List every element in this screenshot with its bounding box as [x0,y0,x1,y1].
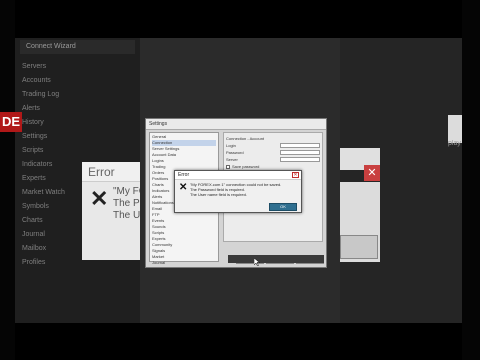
right-panel [448,115,462,143]
settings-title: Settings [146,119,326,130]
brand-logo: DE [0,112,22,132]
panel-heading: Connection - Account [226,135,320,142]
panel-label: Save password [232,164,260,169]
error-title: Error [178,172,190,178]
right-letterbox [462,0,480,360]
server-row: Server [226,156,320,163]
tree-item[interactable]: Journal [152,260,216,266]
background-list-item: Servers [22,63,47,70]
mouse-cursor-icon [254,258,260,266]
save-password-checkbox[interactable] [226,164,230,169]
background-list-item: Scripts [22,147,44,154]
ghost-error-line: "My FO [113,186,140,197]
panel-label: Login [226,143,236,148]
background-list-item: Accounts [22,77,51,84]
background-list-item: Settings [22,133,48,140]
left-letterbox [0,0,15,360]
server-field[interactable] [280,157,320,162]
background-list-item: Trading Log [22,91,60,98]
ghost-error-title: Error [82,162,140,182]
login-field[interactable] [280,143,320,148]
background-list-item: History [22,119,44,126]
ghost-dialog-button [340,235,378,259]
error-titlebar: Error ✕ [175,171,301,180]
status-strip [228,255,324,263]
ghost-close-icon: ✕ [364,165,380,181]
background-list-item: Alerts [22,105,40,112]
ok-button[interactable]: OK [269,203,297,211]
save-password-row: Save password [226,163,320,170]
background-window-right [340,38,462,323]
error-message: "My FOREX.com 1" connection could not be… [190,182,298,197]
error-line: The User name field is required. [190,192,247,197]
password-field[interactable] [280,150,320,155]
panel-label: Server [226,157,238,162]
error-icon: ✕ [179,182,188,193]
background-window-title: Connect Wizard [20,40,135,54]
close-icon[interactable]: ✕ [292,172,299,178]
ghost-error-line: The U [113,210,140,221]
password-row: Password [226,149,320,156]
ghost-error-message: "My FO The P The U [113,186,140,222]
error-dialog: Error ✕ ✕ "My FOREX.com 1" connection co… [174,170,302,213]
ghost-error-icon: ✕ [90,186,109,211]
right-panel-text: play na [448,140,462,147]
ghost-error-line: The P [113,198,140,209]
login-row: Login [226,142,320,149]
panel-label: Password [226,150,244,155]
panel-label: Connection - Account [226,136,265,141]
